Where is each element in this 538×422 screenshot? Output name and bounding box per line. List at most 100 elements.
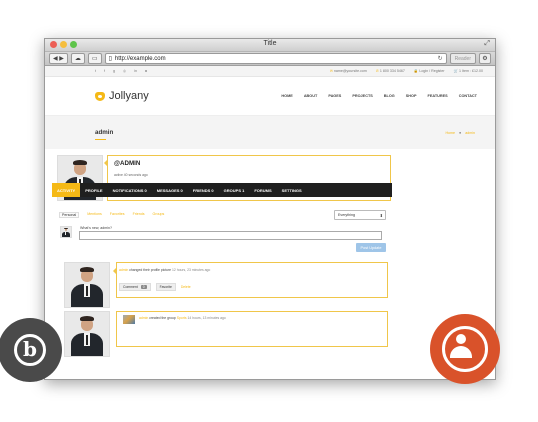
cart-icon: 🛒 (453, 69, 459, 73)
tab-forums[interactable]: FORUMS (249, 183, 276, 197)
activity-time[interactable]: 12 hours, 23 minutes ago (172, 268, 210, 272)
phone-icon: ✆ (375, 69, 379, 73)
window-title: Title (263, 40, 277, 47)
title-bar: Title ⤢ (45, 39, 495, 52)
logo-mark-icon (95, 91, 105, 101)
envelope-icon: ✉ (329, 69, 333, 73)
social-links: t f g ◎ in ◘ (95, 69, 147, 73)
nav-item-pages[interactable]: PAGES (328, 94, 341, 98)
share-icon[interactable]: ▭ (87, 53, 102, 64)
back-forward-button[interactable]: ◀ ▶ (49, 53, 68, 64)
delete-link[interactable]: Delete (181, 285, 191, 289)
activity-avatar[interactable] (64, 311, 110, 357)
breadcrumb-home[interactable]: Home (445, 131, 455, 135)
activity-action: changed their profile picture (129, 268, 172, 272)
comment-label: Comment (123, 285, 138, 289)
instagram-icon[interactable]: ◘ (145, 69, 147, 73)
cart-text: 1 Item : £12.00 (459, 69, 483, 73)
group-thumbnail[interactable] (123, 315, 135, 324)
activity-subtabs: Personal Mentions Favorites Friends Grou… (59, 212, 164, 218)
activity-filter-select[interactable]: Everything ⬍ (334, 210, 386, 220)
site-header: Jollyany HOME ABOUT PAGES PROJECTS BLOG … (45, 77, 495, 116)
whats-new-input[interactable] (79, 231, 382, 240)
twitter-icon[interactable]: t (95, 69, 96, 73)
login-text: Login / Register (419, 69, 445, 73)
wordpress-logo-icon (0, 318, 62, 382)
login-item[interactable]: 🔒 Login / Register (414, 69, 445, 73)
email-item[interactable]: ✉ name@yoursite.com (330, 69, 367, 73)
dribbble-icon[interactable]: ◎ (123, 69, 126, 73)
subtab-favorites[interactable]: Favorites (110, 212, 125, 218)
nav-item-home[interactable]: HOME (281, 94, 292, 98)
composer-avatar (60, 226, 72, 238)
fullscreen-icon[interactable]: ⤢ (484, 40, 490, 48)
comment-count: 0 (140, 285, 147, 289)
cloud-icon[interactable]: ☁ (70, 53, 85, 64)
tab-activity[interactable]: ACTIVITY (52, 183, 81, 197)
lock-icon: 🔒 (413, 69, 419, 73)
activity-card: admin created the group Sports 14 hours,… (116, 311, 388, 347)
activity-avatar[interactable] (64, 262, 110, 308)
last-active: active 40 seconds ago (114, 173, 148, 177)
filter-value: Everything (338, 213, 355, 217)
breadcrumb-current: admin (465, 130, 475, 135)
subtab-personal[interactable]: Personal (59, 212, 80, 218)
contact-info: ✉ name@yoursite.com ✆ 1 800 334 5467 🔒 L… (330, 69, 483, 73)
subtab-groups[interactable]: Groups (153, 212, 165, 218)
activity-action: created the group (149, 316, 176, 320)
profile-handle: @ADMIN (114, 160, 141, 167)
subtab-mentions[interactable]: Mentions (87, 212, 102, 218)
tab-messages[interactable]: MESSAGES 0 (152, 183, 188, 197)
post-update-button[interactable]: Post Update (356, 243, 386, 252)
nav-item-blog[interactable]: BLOG (384, 94, 395, 98)
browser-toolbar: ◀ ▶ ☁ ▭ ▯ http://example.com ↻ Reader ⚙ (45, 52, 495, 66)
facebook-icon[interactable]: f (104, 69, 105, 73)
activity-user-link[interactable]: admin (119, 268, 128, 272)
phone-item: ✆ 1 800 334 5467 (376, 69, 405, 73)
linkedin-icon[interactable]: in (134, 69, 137, 73)
favorite-button[interactable]: Favorite (155, 283, 176, 291)
nav-item-features[interactable]: FEATURES (428, 94, 448, 98)
email-text: name@yoursite.com (333, 69, 367, 73)
google-plus-icon[interactable]: g (113, 69, 115, 73)
buddypress-logo-icon (430, 314, 500, 384)
logo-text: Jollyany (109, 90, 149, 102)
breadcrumb: Home ● admin (445, 131, 475, 135)
site-topbar: t f g ◎ in ◘ ✉ name@yoursite.com ✆ 1 800… (45, 66, 495, 77)
composer-prompt: What's new, admin? (80, 226, 113, 230)
main-nav: HOME ABOUT PAGES PROJECTS BLOG SHOP FEAT… (281, 94, 477, 98)
cart-item[interactable]: 🛒 1 Item : £12.00 (454, 69, 483, 73)
activity-actions: Comment 0 Favorite Delete (119, 283, 191, 291)
nav-item-about[interactable]: ABOUT (304, 94, 318, 98)
subtab-friends[interactable]: Friends (133, 212, 145, 218)
address-bar[interactable]: ▯ http://example.com ↻ (104, 53, 447, 64)
reader-button[interactable]: Reader (449, 53, 476, 64)
profile-tabs: ACTIVITY PROFILE NOTIFICATIONS 0 MESSAGE… (52, 183, 392, 197)
activity-user-link[interactable]: admin (139, 316, 148, 320)
gear-icon[interactable]: ⚙ (479, 53, 491, 64)
nav-item-contact[interactable]: CONTACT (459, 94, 477, 98)
activity-time[interactable]: 14 hours, 13 minutes ago (188, 316, 226, 320)
activity-group-link[interactable]: Sports (177, 316, 187, 320)
tab-groups[interactable]: GROUPS 1 (219, 183, 250, 197)
breadcrumb-separator-icon: ● (459, 130, 462, 135)
page-title: admin (95, 129, 114, 140)
page-icon: ▯ (108, 56, 112, 62)
tab-profile[interactable]: PROFILE (80, 183, 107, 197)
reload-icon[interactable]: ↻ (438, 55, 443, 62)
tab-settings[interactable]: SETTINGS (277, 183, 307, 197)
activity-text: admin created the group Sports 14 hours,… (139, 316, 226, 320)
activity-card: admin changed their profile picture 12 h… (113, 262, 388, 298)
chevron-down-icon: ⬍ (379, 212, 383, 218)
page-title-band: admin Home ● admin (45, 116, 495, 149)
activity-item: admin created the group Sports 14 hours,… (64, 311, 388, 357)
nav-item-projects[interactable]: PROJECTS (352, 94, 372, 98)
activity-text: admin changed their profile picture 12 h… (119, 268, 210, 272)
tab-notifications[interactable]: NOTIFICATIONS 0 (108, 183, 152, 197)
tab-friends[interactable]: FRIENDS 0 (188, 183, 219, 197)
nav-item-shop[interactable]: SHOP (406, 94, 417, 98)
activity-item: admin changed their profile picture 12 h… (64, 262, 388, 308)
site-logo[interactable]: Jollyany (95, 90, 149, 102)
comment-button[interactable]: Comment 0 (119, 283, 151, 291)
url-text: http://example.com (114, 55, 166, 62)
